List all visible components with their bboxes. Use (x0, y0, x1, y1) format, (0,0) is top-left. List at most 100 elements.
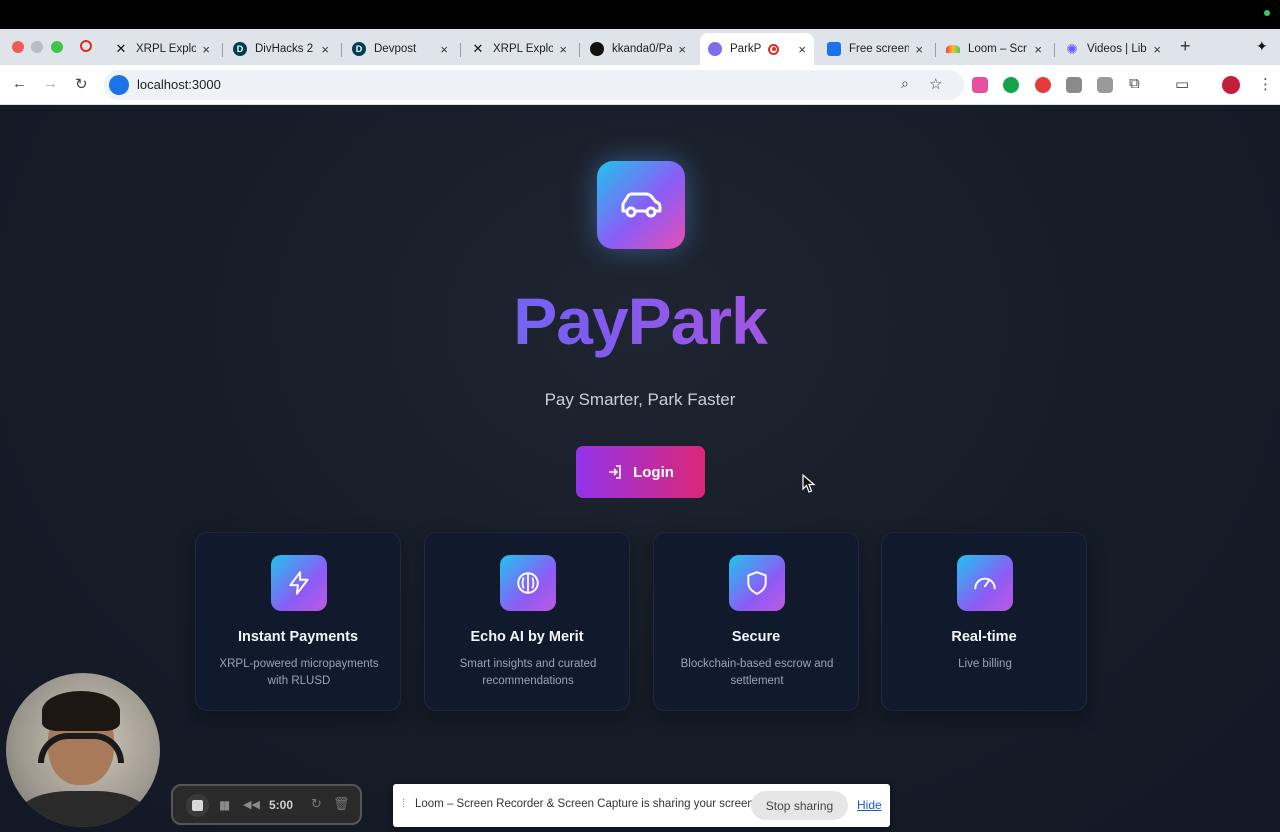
close-tab-icon[interactable]: × (915, 42, 923, 57)
devpost-icon: D (233, 42, 247, 56)
trash-icon[interactable]: 🗑 (333, 796, 350, 812)
brain-icon (500, 555, 556, 611)
close-window-button[interactable] (12, 41, 24, 53)
grammarly-icon[interactable] (1003, 77, 1019, 93)
record-indicator-icon (80, 40, 92, 52)
tab-xrpl-explorer[interactable]: ✕ XRPL Explo × (106, 33, 218, 65)
login-button[interactable]: Login (576, 446, 705, 498)
close-tab-icon[interactable]: × (440, 42, 448, 57)
tab-title: XRPL Explo (136, 43, 196, 55)
logo-tile (597, 161, 685, 249)
lightning-icon (271, 555, 327, 611)
tab-title: Devpost (374, 43, 417, 55)
feature-description: XRPL-powered micropayments with RLUSD (219, 658, 379, 687)
shield-icon (729, 555, 785, 611)
drag-handle-icon[interactable]: ⁞ (402, 798, 405, 810)
minimize-window-button[interactable] (31, 41, 43, 53)
address-bar: ← → ↻ localhost:3000 ⌕ ☆ ⧉ ▭ ⋮ (0, 65, 1280, 105)
gauge-icon (957, 555, 1013, 611)
close-tab-icon[interactable]: × (1034, 42, 1042, 57)
stop-recording-button[interactable] (186, 794, 209, 817)
feature-title: Instant Payments (237, 629, 359, 645)
bookmark-star-icon[interactable]: ☆ (929, 75, 942, 93)
extension-icon[interactable] (1066, 77, 1082, 93)
tab-title: Free screen (849, 43, 909, 55)
tab-loom[interactable]: Loom – Scr × (938, 33, 1050, 65)
tab-title: Loom – Scr (968, 43, 1027, 55)
url-field[interactable]: localhost:3000 (104, 70, 964, 100)
extension-icon[interactable] (972, 77, 988, 93)
rewind-icon[interactable]: ◀◀ (243, 798, 260, 811)
maximize-window-button[interactable] (51, 41, 63, 53)
tab-title: XRPL Explo (493, 43, 553, 55)
restart-icon[interactable]: ↻ (311, 796, 322, 812)
forward-icon[interactable]: → (43, 75, 58, 92)
zoom-icon[interactable]: ⌕ (901, 75, 909, 92)
tab-divhacks[interactable]: D DivHacks 2 × (225, 33, 337, 65)
tab-title: Videos | Lib (1087, 43, 1147, 55)
feature-description: Smart insights and curated recommendatio… (459, 658, 597, 687)
tab-github[interactable]: kkanda0/Pa × (582, 33, 694, 65)
gemini-icon[interactable]: ✦ (1256, 38, 1268, 55)
back-icon[interactable]: ← (12, 75, 27, 92)
feature-card-echo-ai: Echo AI by Merit Smart insights and cura… (424, 532, 630, 711)
close-tab-icon[interactable]: × (798, 42, 806, 57)
mouse-cursor-icon (802, 474, 816, 493)
feature-title: Secure (731, 629, 781, 645)
loom-icon (946, 45, 960, 53)
parkpay-icon (708, 42, 722, 56)
stop-sharing-button[interactable]: Stop sharing (751, 791, 848, 820)
tagline: Pay Smarter, Park Faster (544, 390, 736, 409)
tab-xrpl-explorer-2[interactable]: ✕ XRPL Explo × (463, 33, 575, 65)
login-label: Login (633, 463, 674, 481)
profile-avatar[interactable] (1222, 76, 1240, 94)
close-tab-icon[interactable]: × (1153, 42, 1161, 57)
site-info-icon[interactable] (109, 75, 129, 95)
extensions-puzzle-icon[interactable]: ⧉ (1129, 75, 1140, 92)
car-icon (621, 192, 662, 218)
pause-icon[interactable]: ▮▮ (219, 798, 230, 812)
feature-card-secure: Secure Blockchain-based escrow and settl… (653, 532, 859, 711)
close-tab-icon[interactable]: × (559, 42, 567, 57)
webcam-bubble[interactable] (6, 673, 160, 827)
os-menu-bar (0, 0, 1280, 29)
tab-devpost[interactable]: D Devpost × (344, 33, 456, 65)
menu-icon[interactable]: ⋮ (1258, 75, 1273, 93)
recording-timer: 5:00 (269, 798, 294, 812)
app-page: PayPark Pay Smarter, Park Faster Login I… (0, 105, 1280, 832)
close-tab-icon[interactable]: × (202, 42, 210, 57)
close-tab-icon[interactable]: × (678, 42, 686, 57)
tab-videos-library[interactable]: ✺ Videos | Lib × (1057, 33, 1169, 65)
extension-icon[interactable] (1097, 77, 1113, 93)
tab-title: ParkPay (730, 43, 762, 55)
tab-free-screen[interactable]: Free screen × (819, 33, 931, 65)
screen-icon (827, 42, 841, 56)
tab-search-icon[interactable]: ▭ (1175, 75, 1189, 93)
new-tab-button[interactable]: + (1180, 36, 1191, 57)
loom-star-icon: ✺ (1066, 40, 1078, 57)
x-icon: ✕ (115, 41, 127, 56)
feature-title: Real-time (951, 629, 1017, 645)
x-icon: ✕ (472, 41, 484, 56)
close-tab-icon[interactable]: × (321, 42, 329, 57)
feature-card-instant-payments: Instant Payments XRPL-powered micropayme… (195, 532, 401, 711)
hide-link[interactable]: Hide (857, 798, 882, 812)
login-icon (607, 464, 623, 480)
feature-description: Live billing (958, 658, 1012, 670)
feature-card-real-time: Real-time Live billing (881, 532, 1087, 711)
devpost-icon: D (352, 42, 366, 56)
extension-icon[interactable] (1035, 77, 1051, 93)
recording-controls: ▮▮ ◀◀ 5:00 ↻ 🗑 (171, 784, 362, 825)
status-dot (1264, 10, 1270, 16)
tab-title: kkanda0/Pa (612, 43, 672, 55)
brand-title: PayPark (0, 283, 1280, 359)
github-icon (590, 42, 604, 56)
share-message: Loom – Screen Recorder & Screen Capture … (415, 798, 757, 810)
reload-icon[interactable]: ↻ (75, 75, 88, 93)
tab-strip: ✕ XRPL Explo × D DivHacks 2 × D Devpost … (0, 29, 1280, 65)
feature-title: Echo AI by Merit (470, 629, 584, 645)
feature-description: Blockchain-based escrow and settlement (680, 658, 834, 687)
url-text: localhost:3000 (137, 77, 221, 92)
screen-share-notice: ⁞ Loom – Screen Recorder & Screen Captur… (393, 784, 890, 827)
tab-parkpay[interactable]: ParkPay × (700, 33, 814, 65)
